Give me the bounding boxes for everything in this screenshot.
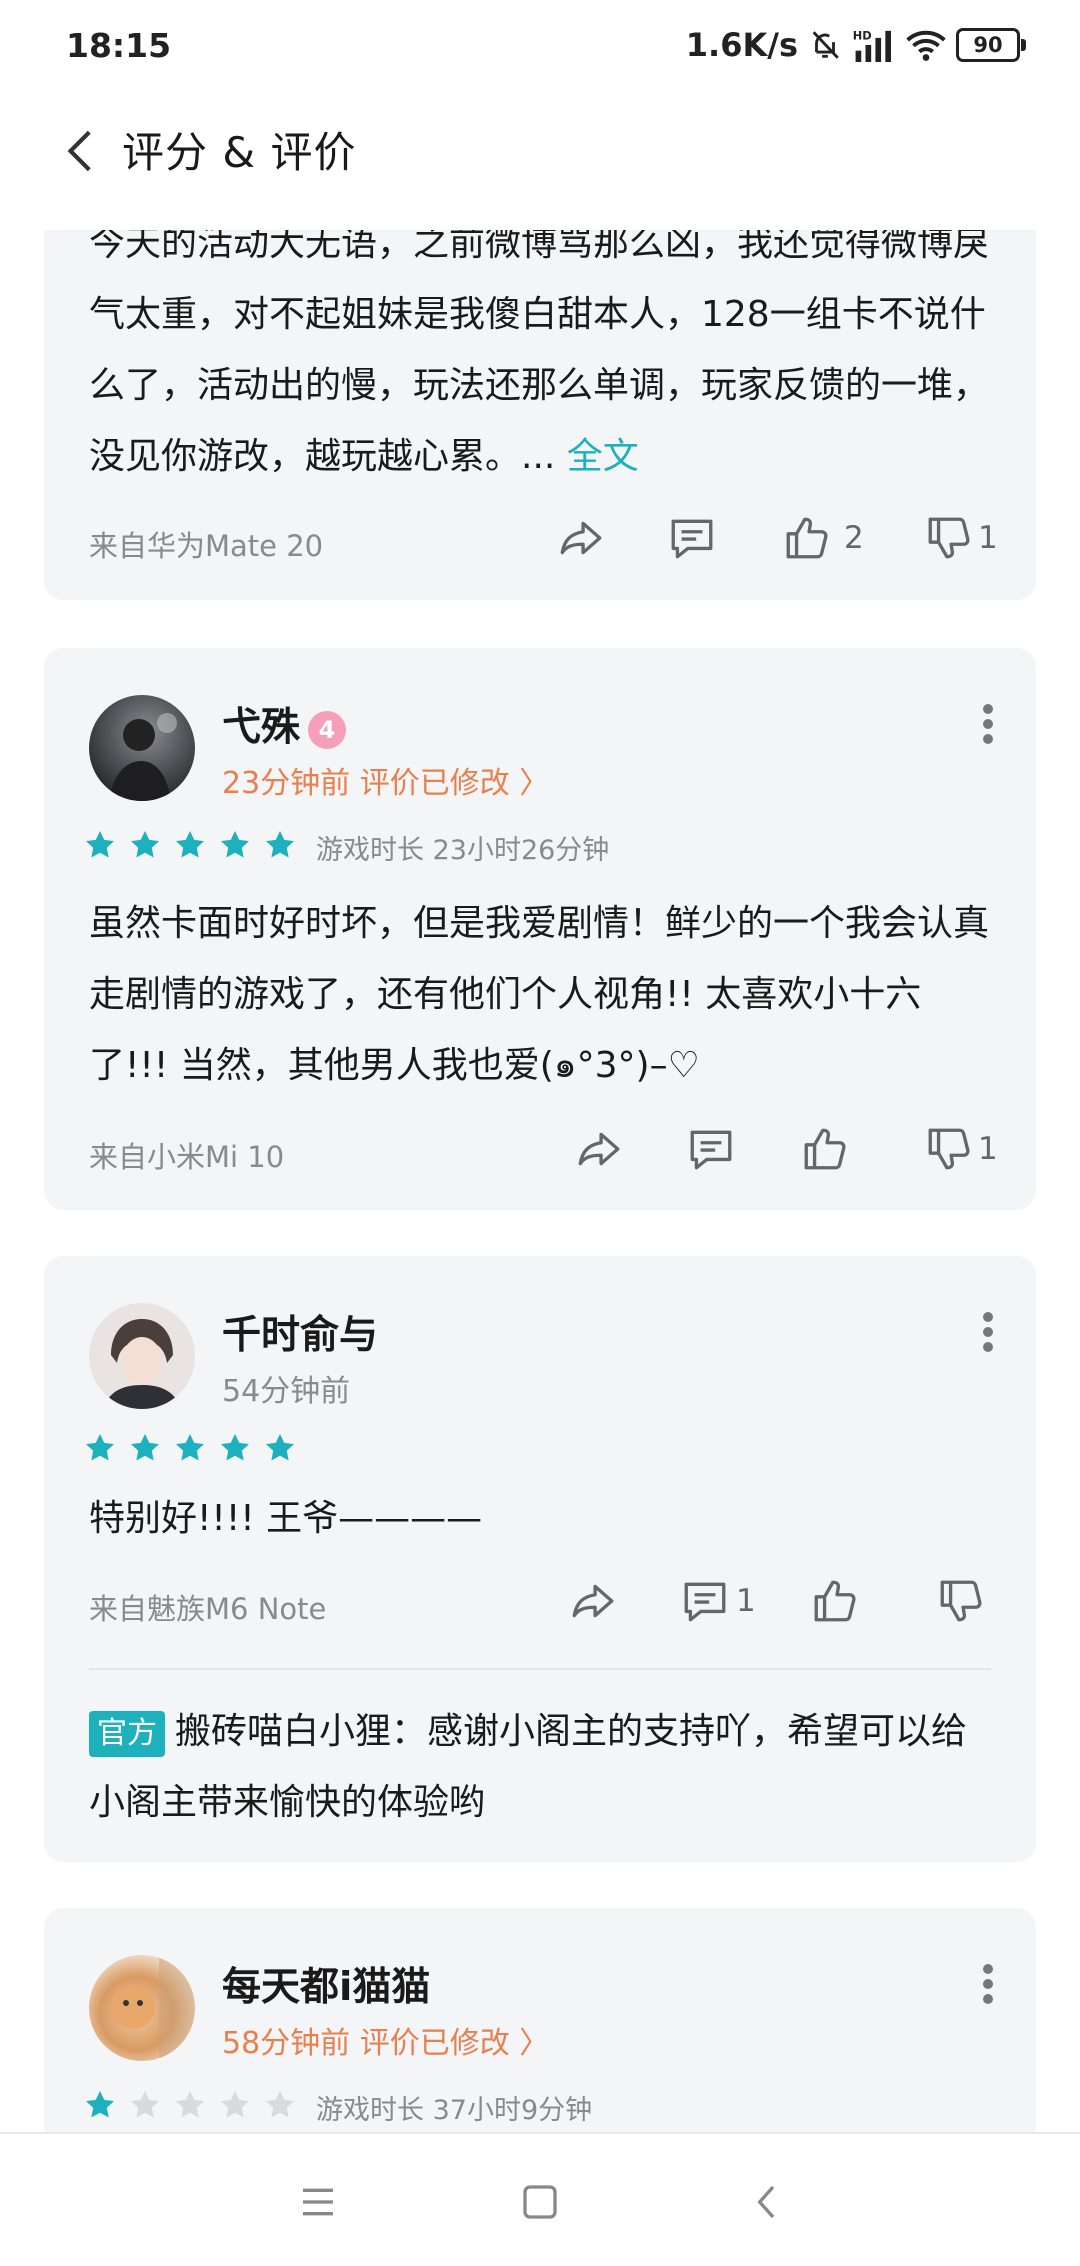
nav-back-icon[interactable] — [748, 2182, 788, 2222]
username[interactable]: 弋殊 4 — [222, 696, 347, 752]
star-icon — [131, 1434, 159, 1461]
status-icons: 1.6K/s HD 90 — [685, 26, 1026, 64]
status-time: 18:15 — [66, 26, 172, 65]
star-icon — [266, 2091, 294, 2118]
rating-stars — [84, 2089, 296, 2121]
thumb-up-icon — [814, 1580, 856, 1622]
thumb-up-icon — [804, 1128, 846, 1170]
more-vert-icon[interactable] — [980, 1312, 996, 1352]
star-icon — [266, 831, 294, 858]
like-button[interactable] — [810, 1576, 860, 1626]
playtime: 游戏时长 23小时26分钟 — [316, 835, 610, 866]
battery-icon: 90 — [956, 28, 1026, 62]
comment-icon — [684, 1582, 726, 1622]
comment-icon — [690, 1130, 732, 1170]
dislike-count: 1 — [978, 520, 998, 556]
star-icon — [131, 2091, 159, 2118]
review-time: 54分钟前 — [222, 1374, 351, 1409]
review-time[interactable]: 23分钟前 评价已修改 〉 — [222, 758, 549, 802]
star-icon — [176, 2091, 204, 2118]
avatar[interactable] — [89, 695, 195, 801]
review-card: 千时俞与 54分钟前 特别好!!!! 王爷———— 来自魅族M6 Note 1 … — [44, 1256, 1036, 1862]
star-icon — [176, 1434, 204, 1461]
playtime: 游戏时长 37小时9分钟 — [316, 2095, 593, 2126]
thumb-up-icon — [786, 517, 828, 559]
avatar-image — [109, 713, 177, 801]
system-nav-bar — [0, 2132, 1080, 2266]
review-time[interactable]: 58分钟前 评价已修改 〉 — [222, 2018, 549, 2062]
avatar-image — [111, 1955, 195, 2061]
thumb-down-icon — [928, 1128, 970, 1170]
home-icon[interactable] — [520, 2182, 560, 2222]
review-card: 弋殊 4 23分钟前 评价已修改 〉 游戏时长 23小时26分钟 虽然卡面时好时坏… — [44, 648, 1036, 1210]
star-icon — [86, 831, 114, 858]
official-badge: 官方 — [89, 1711, 165, 1757]
thumb-down-icon — [940, 1580, 982, 1622]
rating-stars — [84, 1432, 296, 1464]
like-button[interactable] — [800, 1124, 850, 1174]
comment-button[interactable] — [686, 1124, 736, 1174]
review-text: 今天的活动大无语，之前微博骂那么凶，我还觉得微博戾气太重，对不起姐妹是我傻白甜本… — [89, 223, 990, 477]
page-title: 评分 & 评价 — [122, 128, 357, 177]
network-speed: 1.6K/s — [685, 26, 798, 64]
comment-icon — [671, 519, 713, 559]
dislike-button[interactable] — [936, 1576, 986, 1626]
username[interactable]: 千时俞与 — [222, 1304, 378, 1360]
share-button[interactable] — [574, 1124, 624, 1174]
thumb-down-icon — [928, 517, 970, 559]
share-icon — [572, 1584, 614, 1618]
comment-button[interactable] — [667, 513, 717, 563]
share-button[interactable] — [556, 513, 606, 563]
more-vert-icon[interactable] — [980, 1964, 996, 2004]
share-icon — [560, 521, 602, 555]
comment-count: 1 — [736, 1583, 756, 1619]
avatar[interactable] — [89, 1955, 195, 2061]
app-bar: 评分 & 评价 — [0, 100, 1080, 230]
star-icon — [266, 1434, 294, 1461]
review-text: 特别好!!!! 王爷———— — [89, 1498, 483, 1539]
share-button[interactable] — [568, 1576, 618, 1626]
dislike-button[interactable]: 1 — [924, 1124, 998, 1174]
like-count: 2 — [844, 520, 864, 556]
divider — [89, 1668, 991, 1670]
like-button[interactable]: 2 — [782, 513, 864, 563]
star-icon — [221, 1434, 249, 1461]
back-icon[interactable] — [58, 126, 108, 176]
wifi-icon — [906, 30, 946, 61]
device-source: 来自小米Mi 10 — [89, 1140, 285, 1174]
mute-bell-icon — [812, 31, 839, 59]
share-icon — [578, 1132, 620, 1166]
avatar[interactable] — [89, 1303, 195, 1409]
official-reply: 官方 搬砖喵白小狸：感谢小阁主的支持吖，希望可以给小阁主带来愉快的体验哟 — [89, 1711, 968, 1823]
star-icon — [131, 831, 159, 858]
star-icon — [86, 1434, 114, 1461]
avatar-image — [103, 1319, 181, 1409]
more-vert-icon[interactable] — [980, 704, 996, 744]
review-card: 今天的活动大无语，之前微博骂那么凶，我还觉得微博戾气太重，对不起姐妹是我傻白甜本… — [44, 180, 1036, 600]
signal-icon: HD — [853, 28, 891, 62]
device-source: 来自华为Mate 20 — [89, 529, 324, 563]
device-source: 来自魅族M6 Note — [89, 1592, 327, 1626]
review-text: 虽然卡面时好时坏，但是我爱剧情！鲜少的一个我会认真走剧情的游戏了，还有他们个人视… — [89, 903, 990, 1086]
star-icon — [221, 2091, 249, 2118]
status-bar: 18:15 1.6K/s HD 90 — [0, 0, 1080, 100]
star-icon — [176, 831, 204, 858]
menu-icon[interactable] — [298, 2182, 338, 2222]
dislike-count: 1 — [978, 1131, 998, 1167]
svg-text:HD: HD — [853, 28, 872, 42]
username[interactable]: 每天都i猫猫 — [222, 1956, 430, 2012]
expand-full-text-link[interactable]: 全文 — [567, 436, 639, 477]
star-icon — [86, 2091, 114, 2118]
level-badge: 4 — [308, 710, 347, 749]
comment-button[interactable]: 1 — [680, 1576, 756, 1626]
dislike-button[interactable]: 1 — [924, 513, 998, 563]
review-card: 每天都i猫猫 58分钟前 评价已修改 〉 游戏时长 37小时9分钟 — [44, 1908, 1036, 2168]
rating-stars — [84, 829, 296, 861]
star-icon — [221, 831, 249, 858]
